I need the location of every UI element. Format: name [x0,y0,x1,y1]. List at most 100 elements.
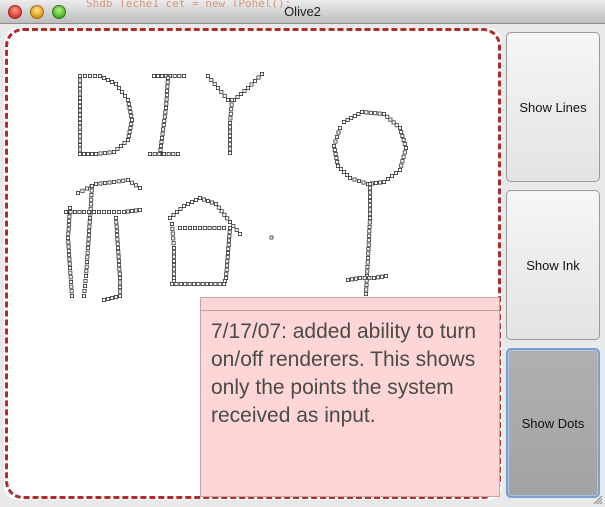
sketch-point [98,151,103,156]
sketch-point [167,215,172,220]
sticky-note[interactable]: 7/17/07: added ability to turn on/off re… [200,297,500,497]
sketch-point [227,129,232,134]
sketch-point [70,293,75,298]
show-lines-label: Show Lines [519,99,587,115]
sketch-point [181,74,186,79]
sketch-point [399,130,404,135]
sketch-point [256,75,261,80]
show-ink-button[interactable]: Show Ink [506,190,600,340]
sketch-point [363,291,368,296]
sketch-point [114,215,119,220]
sketch-point [334,155,339,160]
sketch-point [151,74,156,79]
sketch-point [229,102,234,107]
sketch-point [225,98,230,103]
sketch-point [335,159,340,164]
sketch-point [367,198,372,203]
sketch-point [159,140,164,145]
sketch-point [157,152,162,157]
sketch-point [116,179,121,184]
title-bar[interactable]: Shdb Teche1 cet = new TPohel(); Olive2 [0,0,605,24]
sketch-point [189,199,194,204]
sketch-point [161,152,166,157]
sketch-point [122,141,127,146]
sketch-point [162,118,167,123]
sketch-point [367,229,372,234]
sketch-point [80,188,85,193]
sketch-point [367,181,372,186]
sketch-point [137,185,142,190]
sketch-point [171,254,176,259]
sketch-point [155,74,160,79]
sketch-point [166,152,171,157]
sketch-point [201,197,206,202]
sketch-point [174,281,179,286]
sketch-point [127,130,132,135]
sketch-point [114,228,119,233]
sketch-point [133,208,138,213]
sketch-point [164,97,169,102]
sketch-point [400,159,405,164]
sketch-point [219,209,224,214]
sketch-point [78,87,83,92]
sketch-point [117,271,122,276]
sketch-point [227,142,232,147]
sketch-point [399,163,404,168]
sketch-point [366,242,371,247]
sketch-point [86,237,91,242]
sketch-point [402,150,407,155]
sketch-point [87,209,92,214]
sketch-point [191,281,196,286]
sketch-point [67,257,72,262]
sketch-point [66,227,71,232]
show-dots-button[interactable]: Show Dots [506,348,600,498]
sketch-point [69,289,74,294]
sketch-point [73,209,78,214]
show-lines-button[interactable]: Show Lines [506,32,600,182]
sketch-point [116,245,121,250]
sketch-point [235,95,240,100]
sketch-point [128,126,133,131]
sketch-point [127,106,132,111]
sketch-point [227,133,232,138]
sketch-point [373,111,378,116]
resize-grip-icon[interactable] [591,493,603,505]
sketch-point [78,100,83,105]
sketch-point [366,238,371,243]
sketch-point [66,248,71,253]
sketch-point [163,106,168,111]
sketch-point [117,263,122,268]
sketch-point [333,139,338,144]
sketch-point [227,146,232,151]
sketch-point [367,190,372,195]
sketch-point [170,231,175,236]
sketch-point [242,89,247,94]
sketch-point [224,271,229,276]
sketch-point [94,181,99,186]
sketch-point [224,263,229,268]
sketch-point [227,230,232,235]
sketch-point [130,118,135,123]
sketch-point [336,130,341,135]
sketch-point [221,281,226,286]
sketch-point [367,207,372,212]
sketch-point [103,180,108,185]
sketch-point [225,250,230,255]
sketch-point [227,125,232,130]
sketch-point [352,177,357,182]
sketch-point [86,233,91,238]
sketch-point [165,88,170,93]
sketch-point [332,148,337,153]
sketch-point [367,211,372,216]
sketch-point [238,92,243,97]
sketch-point [227,138,232,143]
sketch-point [345,277,350,282]
sketch-point [114,224,119,229]
sketch-point [393,170,398,175]
sketch-point [82,152,87,157]
sketch-point [159,136,164,141]
sketch-point [216,205,221,210]
sketch-point [82,293,87,298]
sketch-point [171,152,176,157]
sketch-point [120,90,125,95]
